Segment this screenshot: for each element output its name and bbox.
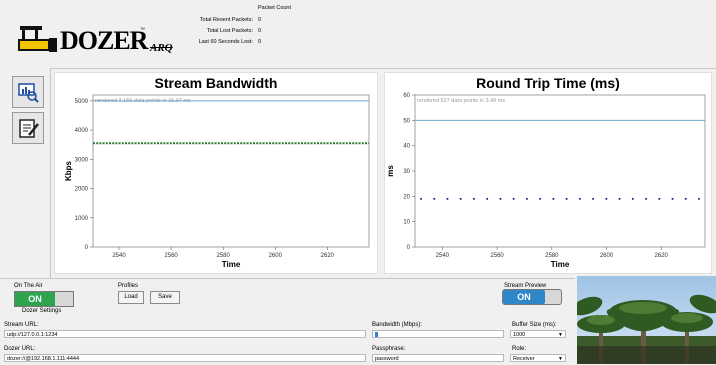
rtt-data-point [499,197,502,200]
rtt-render-annotation: rendered 527 data points in 3.49 ms [417,98,505,104]
bandwidth-x-tick-label: 2560 [164,253,178,259]
rtt-y-tick-label: 10 [403,220,410,226]
rtt-data-point [472,197,475,200]
rtt-data-point [525,197,528,200]
bandwidth-x-axis-label: Time [222,260,241,269]
packet-count-label: Packet Count [258,5,292,11]
rtt-y-tick-label: 50 [403,118,410,124]
passphrase-input[interactable]: password [372,354,504,362]
bandwidth-y-tick-label: 0 [85,245,89,251]
stat-value-resent: 0 [258,17,262,23]
on-air-label: On The Air [14,283,43,289]
rtt-x-tick-label: 2540 [436,253,450,259]
rtt-data-point [578,197,581,200]
rtt-chart: 0 10 20 30 40 50 60 2540 2560 2580 2600 2620 Time ms r… [386,93,706,269]
rtt-data-point [459,197,462,200]
on-air-state: ON [15,292,55,306]
buffer-size-select[interactable]: 1000 ▼ [510,330,566,338]
bulldozer-icon [18,26,57,52]
bandwidth-input[interactable] [372,330,504,338]
left-nav-rail [0,68,51,278]
rtt-data-point [684,197,687,200]
bandwidth-chart: 0 1000 2000 3000 4000 5000 2540 2560 2580 2600 262… [64,94,370,269]
stream-url-label: Stream URL: [4,322,39,328]
rtt-data-point [552,197,555,200]
rtt-data-point [486,197,489,200]
bandwidth-y-tick-label: 5000 [75,99,89,105]
bandwidth-x-tick-label: 2540 [112,253,126,259]
bandwidth-x-tick-label: 2620 [321,253,335,259]
load-profile-button[interactable]: Load [118,291,144,304]
dozer-settings-label: Dozer Settings [22,308,62,314]
rtt-plot-area [414,94,706,248]
role-select[interactable]: Receiver ▼ [510,354,566,362]
settings-view-button[interactable] [12,112,44,144]
logo-wordmark: DOZER [60,26,148,55]
rtt-data-point [645,197,648,200]
rtt-x-axis-label: Time [551,260,570,269]
chevron-down-icon: ▼ [558,356,563,362]
stat-label-resent: Total Resent Packets: [199,17,253,23]
stream-url-input[interactable]: udp://127.0.0.1:1234 [4,330,366,338]
save-profile-button[interactable]: Save [150,291,180,304]
stats-view-button[interactable] [12,76,44,108]
rtt-y-tick-label: 40 [403,144,410,150]
profiles-label: Profiles [118,283,139,289]
bandwidth-label: Bandwidth (Mbps): [372,322,423,328]
buffer-size-label: Buffer Size (ms): [512,322,557,328]
rtt-data-point [631,197,634,200]
rtt-x-tick-label: 2560 [490,253,504,259]
bandwidth-y-tick-label: 2000 [75,187,89,193]
role-value: Receiver [513,356,535,362]
rtt-data-point [592,197,595,200]
bandwidth-x-tick-label: 2600 [269,253,283,259]
rtt-y-tick-label: 20 [403,194,410,200]
rtt-y-tick-label: 60 [403,93,410,99]
rtt-y-tick-label: 0 [407,245,411,251]
stat-label-last60: Last 60 Seconds Lost: [198,39,253,45]
chevron-down-icon: ▼ [558,332,563,338]
stat-value-lost: 0 [258,28,262,34]
palm-trees-preview-image [577,276,716,364]
stream-preview-toggle[interactable]: ON [502,289,562,305]
rtt-x-tick-label: 2600 [600,253,614,259]
bandwidth-y-tick-label: 3000 [75,157,89,163]
role-label: Role: [512,346,527,352]
bandwidth-y-axis-label: Kbps [64,160,73,181]
bandwidth-plot-area [92,94,370,248]
bandwidth-y-tick-label: 1000 [75,216,89,222]
rtt-x-tick-label: 2620 [655,253,669,259]
bandwidth-y-tick-label: 4000 [75,128,89,134]
buffer-size-value: 1000 [513,332,526,338]
rtt-data-point [698,197,700,200]
notepad-edit-icon [19,119,39,138]
rtt-data-point [420,197,422,200]
rtt-chart-panel: Round Trip Time (ms) 0 10 20 30 40 50 60 2540 25… [384,72,712,274]
rtt-data-point [605,197,608,200]
chart-search-icon [18,83,39,103]
stat-value-last60: 0 [258,39,262,45]
dozer-url-label: Dozer URL: [4,346,36,352]
stat-label-lost: Total Lost Packets: [206,28,253,34]
rtt-data-point [539,197,542,200]
rtt-data-point [433,197,436,200]
bandwidth-chart-panel: Stream Bandwidth 0 1000 2000 3000 4000 5000 25… [54,72,378,274]
rtt-y-axis-label: ms [386,165,395,177]
stream-preview-state: ON [503,290,545,304]
rtt-x-tick-label: 2580 [545,253,559,259]
controls-panel: On The Air ON Profiles Load Save Stream … [0,278,575,365]
app-header: DOZER ™ ARQ Packet Count Total Resent Pa… [0,0,716,69]
rtt-data-point [565,197,568,200]
rtt-data-point [658,197,661,200]
rtt-data-point [618,197,621,200]
rtt-data-point [671,197,674,200]
rtt-data-point [512,197,515,200]
passphrase-label: Passphrase: [372,346,406,352]
on-air-toggle[interactable]: ON [14,291,74,307]
rtt-data-point [446,197,449,200]
rtt-y-tick-label: 30 [403,169,410,175]
stream-preview-video [577,276,716,364]
dozer-url-input[interactable]: dozer://@192.168.1.111:4444 [4,354,366,362]
bandwidth-x-tick-label: 2580 [217,253,231,259]
